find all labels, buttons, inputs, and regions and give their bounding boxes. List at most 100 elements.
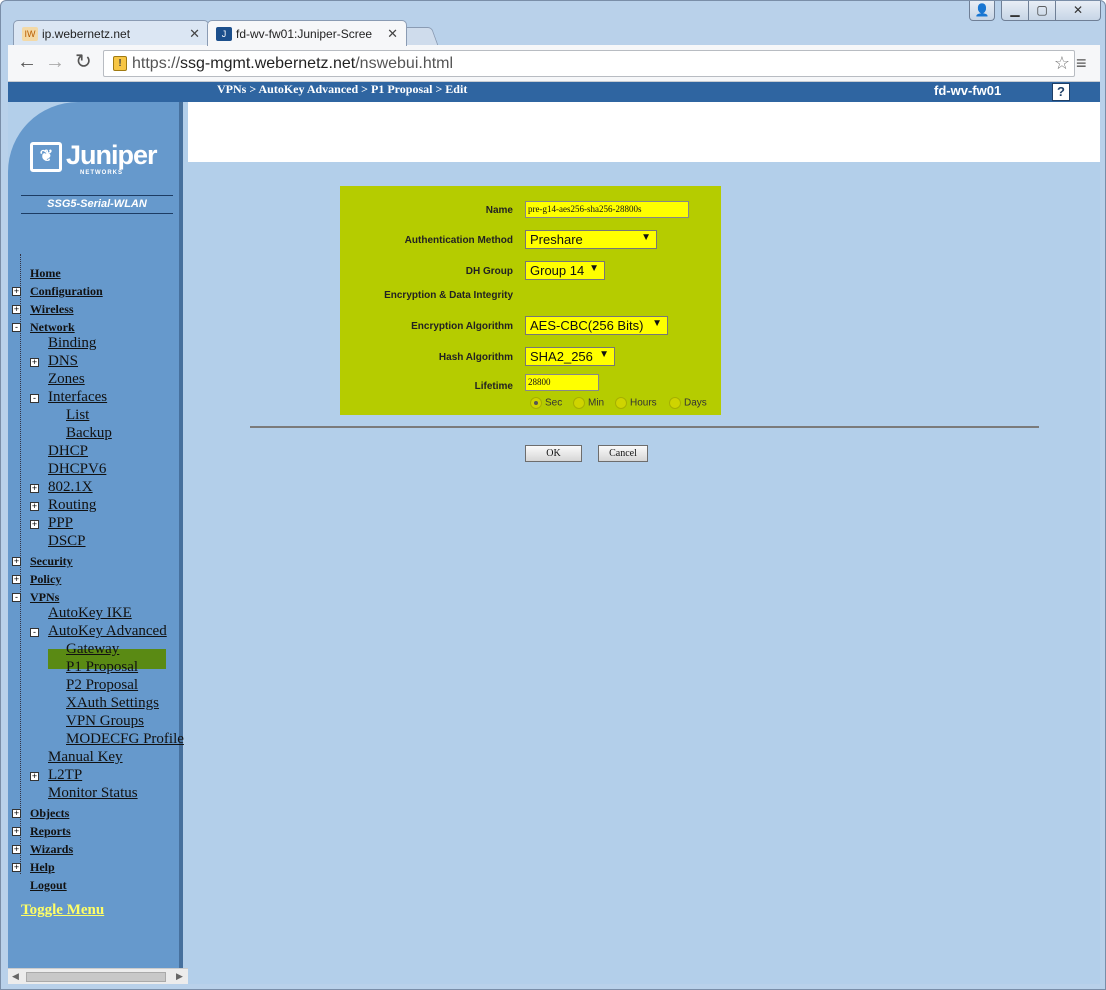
- expand-icon[interactable]: +: [12, 305, 21, 314]
- collapse-icon[interactable]: -: [12, 323, 21, 332]
- sidebar-item-reports[interactable]: Reports: [30, 824, 71, 839]
- sidebar-item-modecfg-profile[interactable]: MODECFG Profile: [66, 731, 184, 748]
- minimize-button[interactable]: ▁: [1001, 1, 1029, 21]
- sidebar-item-wireless[interactable]: Wireless: [30, 302, 74, 317]
- sidebar-item-vpn-groups[interactable]: VPN Groups: [66, 713, 144, 730]
- sidebar-item-logout[interactable]: Logout: [30, 878, 67, 893]
- sidebar-item-label: Manual Key: [48, 749, 123, 765]
- tab-juniper-screenos[interactable]: J fd-wv-fw01:Juniper-Scree ✕: [207, 20, 407, 46]
- scrollbar-thumb[interactable]: [26, 972, 166, 982]
- expand-icon[interactable]: +: [30, 520, 39, 529]
- expand-icon[interactable]: +: [30, 358, 39, 367]
- sidebar-item-label: Logout: [30, 878, 67, 892]
- url-text[interactable]: https://ssg-mgmt.webernetz.net/nswebui.h…: [132, 55, 453, 73]
- expand-icon[interactable]: +: [12, 809, 21, 818]
- menu-icon[interactable]: ≡: [1076, 53, 1087, 74]
- auth-method-select[interactable]: Preshare ▼: [525, 230, 657, 249]
- sidebar-item-security[interactable]: Security: [30, 554, 73, 569]
- expand-icon[interactable]: +: [30, 484, 39, 493]
- encryption-algorithm-select[interactable]: AES-CBC(256 Bits) ▼: [525, 316, 668, 335]
- sidebar-item-vpns[interactable]: VPNs: [30, 590, 59, 605]
- sidebar-item-network[interactable]: Network: [30, 320, 75, 335]
- sidebar-item-xauth-settings[interactable]: XAuth Settings: [66, 695, 159, 712]
- sidebar-item-p1-proposal[interactable]: P1 Proposal: [66, 659, 138, 676]
- sidebar-item-binding[interactable]: Binding: [48, 335, 96, 352]
- sidebar-item-dhcpv6[interactable]: DHCPV6: [48, 461, 106, 478]
- collapse-icon[interactable]: -: [12, 593, 21, 602]
- help-icon[interactable]: ?: [1052, 83, 1070, 101]
- close-icon[interactable]: ✕: [189, 26, 200, 42]
- sidebar-item-configuration[interactable]: Configuration: [30, 284, 103, 299]
- expand-icon[interactable]: +: [12, 287, 21, 296]
- scroll-right-icon[interactable]: ▶: [176, 971, 183, 982]
- toggle-menu-link[interactable]: Toggle Menu: [21, 902, 104, 919]
- sidebar-item-autokey-advanced[interactable]: AutoKey Advanced: [48, 623, 167, 640]
- sidebar-item-home[interactable]: Home: [30, 266, 61, 281]
- unit-radio-hours[interactable]: Hours: [615, 397, 657, 409]
- sidebar-item-label: Monitor Status: [48, 785, 138, 801]
- lifetime-input[interactable]: 28800: [525, 374, 599, 391]
- sidebar-item-label: P1 Proposal: [66, 659, 139, 675]
- chevron-down-icon: ▼: [589, 263, 599, 274]
- name-input[interactable]: pre-g14-aes256-sha256-28800s: [525, 201, 689, 218]
- sidebar-item-list[interactable]: List: [66, 407, 89, 424]
- sidebar-item-dns[interactable]: DNS: [48, 353, 78, 370]
- sidebar-item-dhcp[interactable]: DHCP: [48, 443, 88, 460]
- sidebar-item-manual-key[interactable]: Manual Key: [48, 749, 123, 766]
- expand-icon[interactable]: +: [12, 845, 21, 854]
- tab-ip-webernetz[interactable]: IW ip.webernetz.net ✕: [13, 20, 209, 46]
- expand-icon[interactable]: +: [30, 502, 39, 511]
- sidebar-item-interfaces[interactable]: Interfaces: [48, 389, 107, 406]
- sidebar-item-label: VPN Groups: [66, 713, 144, 729]
- expand-icon[interactable]: +: [12, 827, 21, 836]
- sidebar-item-autokey-ike[interactable]: AutoKey IKE: [48, 605, 132, 622]
- unit-radio-sec[interactable]: Sec: [530, 397, 562, 409]
- sidebar-item-routing[interactable]: Routing: [48, 497, 96, 514]
- sidebar-item-p2-proposal[interactable]: P2 Proposal: [66, 677, 138, 694]
- sidebar-item-dscp[interactable]: DSCP: [48, 533, 86, 550]
- sidebar-item-monitor-status[interactable]: Monitor Status: [48, 785, 138, 802]
- sidebar-item-label: Backup: [66, 425, 112, 441]
- sidebar-item-802-1x[interactable]: 802.1X: [48, 479, 93, 496]
- scroll-left-icon[interactable]: ◀: [12, 971, 19, 982]
- unit-radio-min[interactable]: Min: [573, 397, 604, 409]
- unit-radio-days[interactable]: Days: [669, 397, 707, 409]
- close-window-button[interactable]: ✕: [1055, 1, 1101, 21]
- warning-lock-icon[interactable]: !: [113, 56, 127, 71]
- sidebar-item-label: Objects: [30, 806, 70, 820]
- sidebar-item-label: Routing: [48, 497, 97, 513]
- expand-icon[interactable]: +: [12, 557, 21, 566]
- maximize-button[interactable]: ▢: [1028, 1, 1056, 21]
- ok-button[interactable]: OK: [525, 445, 582, 462]
- sidebar-horizontal-scrollbar[interactable]: ◀ ▶: [8, 968, 188, 984]
- address-bar[interactable]: ! https://ssg-mgmt.webernetz.net/nswebui…: [103, 50, 1075, 77]
- close-icon[interactable]: ✕: [387, 26, 398, 42]
- bookmark-star-icon[interactable]: ☆: [1054, 53, 1070, 74]
- cancel-button[interactable]: Cancel: [598, 445, 648, 462]
- sidebar-item-l2tp[interactable]: L2TP: [48, 767, 82, 784]
- user-profile-icon[interactable]: 👤: [969, 1, 995, 21]
- sidebar-item-backup[interactable]: Backup: [66, 425, 112, 442]
- expand-icon[interactable]: +: [12, 575, 21, 584]
- collapse-icon[interactable]: -: [30, 394, 39, 403]
- sidebar-item-gateway[interactable]: Gateway: [66, 641, 119, 658]
- sidebar-item-label: XAuth Settings: [66, 695, 159, 711]
- sidebar-item-ppp[interactable]: PPP: [48, 515, 73, 532]
- device-model: SSG5-Serial-WLAN: [21, 195, 173, 214]
- dh-group-select[interactable]: Group 14 ▼: [525, 261, 605, 280]
- sidebar-item-policy[interactable]: Policy: [30, 572, 61, 587]
- form-divider: [250, 426, 1039, 428]
- expand-icon[interactable]: +: [12, 863, 21, 872]
- back-arrow-icon[interactable]: ←: [17, 52, 37, 72]
- sidebar-item-zones[interactable]: Zones: [48, 371, 85, 388]
- collapse-icon[interactable]: -: [30, 628, 39, 637]
- sidebar-item-help[interactable]: Help: [30, 860, 55, 875]
- forward-arrow-icon[interactable]: →: [45, 52, 65, 72]
- hash-algorithm-select[interactable]: SHA2_256 ▼: [525, 347, 615, 366]
- sidebar-item-label: DHCP: [48, 443, 89, 459]
- expand-icon[interactable]: +: [30, 772, 39, 781]
- sidebar-item-objects[interactable]: Objects: [30, 806, 69, 821]
- sidebar-item-wizards[interactable]: Wizards: [30, 842, 73, 857]
- reload-icon[interactable]: ↻: [75, 52, 92, 72]
- breadcrumb: VPNs > AutoKey Advanced > P1 Proposal > …: [217, 82, 468, 96]
